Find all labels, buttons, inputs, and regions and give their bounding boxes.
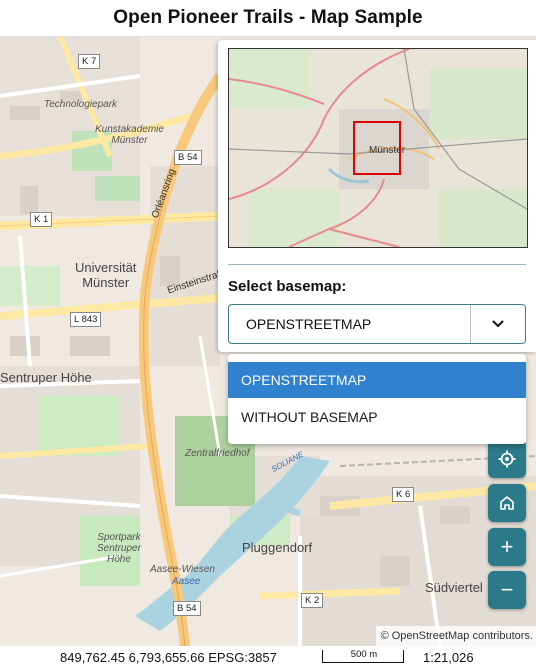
label-kunstakademie: Kunstakademie Münster bbox=[95, 124, 164, 146]
zoom-out-button[interactable]: − bbox=[488, 571, 526, 609]
option-openstreetmap[interactable]: OPENSTREETMAP bbox=[228, 362, 526, 398]
label-technologiepark: Technologiepark bbox=[44, 99, 118, 110]
option-without-basemap[interactable]: WITHOUT BASEMAP bbox=[228, 399, 526, 435]
basemap-panel: Münster Select basemap: OPENSTREETMAP bbox=[218, 40, 536, 352]
label-aasee: Aasee bbox=[172, 576, 201, 587]
panel-divider bbox=[228, 264, 526, 265]
overview-map[interactable]: Münster bbox=[228, 48, 528, 248]
zoom-in-button[interactable]: + bbox=[488, 528, 526, 566]
label-sentruper-hohe: Sentruper Höhe bbox=[0, 370, 92, 385]
label-sportpark: Sportpark Sentruper Höhe bbox=[97, 532, 141, 565]
road-shield-k1: K 1 bbox=[30, 212, 53, 227]
label-universitat: Universität Münster bbox=[75, 260, 137, 290]
label-sudviertel: Südviertel bbox=[425, 580, 483, 595]
attribution-text: © OpenStreetMap contributors. bbox=[380, 630, 533, 642]
basemap-dropdown-menu: OPENSTREETMAP WITHOUT BASEMAP bbox=[228, 354, 526, 444]
basemap-select[interactable]: OPENSTREETMAP bbox=[228, 304, 526, 344]
road-shield-b54-top: B 54 bbox=[174, 150, 202, 165]
page-title: Open Pioneer Trails - Map Sample bbox=[113, 7, 423, 28]
scale-bar: 500 m bbox=[322, 649, 404, 663]
road-shield-l843: L 843 bbox=[70, 312, 102, 327]
scale-bar-label: 500 m bbox=[350, 649, 378, 660]
basemap-label: Select basemap: bbox=[228, 278, 347, 295]
road-shield-k6: K 6 bbox=[392, 487, 415, 502]
label-aasee-wiesen: Aasee-Wiesen bbox=[150, 564, 215, 575]
crosshair-icon bbox=[498, 450, 516, 468]
label-zentralfriedhof: Zentralfriedhof bbox=[185, 448, 250, 459]
road-shield-b54-bottom: B 54 bbox=[173, 601, 201, 616]
home-icon bbox=[500, 496, 514, 510]
road-shield-k2: K 2 bbox=[301, 593, 324, 608]
label-pluggendorf: Pluggendorf bbox=[242, 540, 313, 555]
overview-extent-box[interactable] bbox=[353, 121, 401, 175]
coordinates-readout: 849,762.45 6,793,655.66 EPSG:3857 bbox=[60, 650, 277, 665]
road-shield-k7: K 7 bbox=[78, 54, 101, 69]
chevron-down-icon[interactable] bbox=[471, 320, 525, 328]
title-bar: Open Pioneer Trails - Map Sample bbox=[0, 0, 536, 37]
scale-ratio: 1:21,026 bbox=[423, 650, 474, 665]
basemap-select-value: OPENSTREETMAP bbox=[246, 316, 372, 332]
status-footer: 849,762.45 6,793,655.66 EPSG:3857 500 m … bbox=[0, 646, 536, 670]
map-attribution[interactable]: © OpenStreetMap contributors. bbox=[375, 626, 536, 646]
home-button[interactable] bbox=[488, 484, 526, 522]
locate-button[interactable] bbox=[488, 440, 526, 478]
